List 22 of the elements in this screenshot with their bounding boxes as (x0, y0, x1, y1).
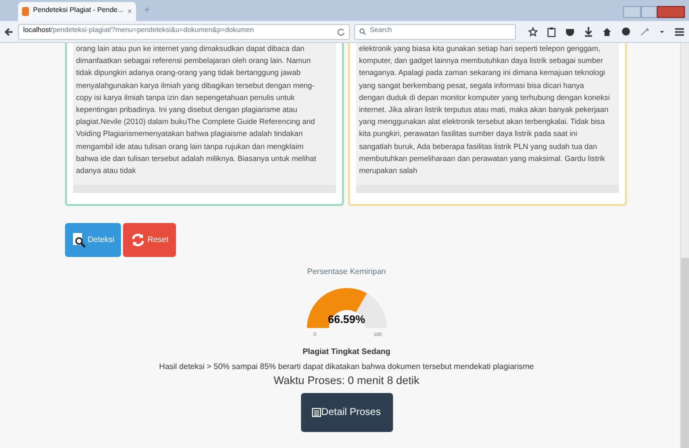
reload-icon[interactable] (336, 28, 345, 36)
star-icon[interactable] (528, 26, 538, 36)
chat-icon[interactable] (621, 26, 631, 36)
close-tab-button[interactable]: × (127, 6, 132, 18)
refresh-icon (130, 233, 145, 247)
back-icon[interactable] (4, 26, 14, 38)
extension-icon[interactable] (640, 26, 650, 36)
result-description: Hasil deteksi > 50% sampai 85% berarti dapat dikatakan bahwa dokumen tersebut mendekati plagiarisme (159, 361, 534, 373)
result-category: Plagiat Tingkat Sedang (302, 346, 390, 358)
reset-button[interactable]: Reset (123, 223, 176, 257)
menu-icon[interactable] (674, 26, 685, 36)
section-title: Persentase Kemiripan (307, 266, 386, 278)
download-icon[interactable] (584, 26, 593, 36)
search-icon (358, 28, 366, 35)
document-search-icon (72, 232, 86, 248)
clipboard-icon[interactable] (547, 26, 556, 36)
process-time: Waktu Proses: 0 menit 8 detik (274, 374, 420, 389)
shield-icon[interactable] (565, 26, 575, 36)
list-icon (312, 408, 322, 416)
favicon-icon (22, 7, 30, 16)
home-icon[interactable] (602, 26, 612, 36)
detail-button[interactable]: Detail Proses (300, 392, 392, 432)
